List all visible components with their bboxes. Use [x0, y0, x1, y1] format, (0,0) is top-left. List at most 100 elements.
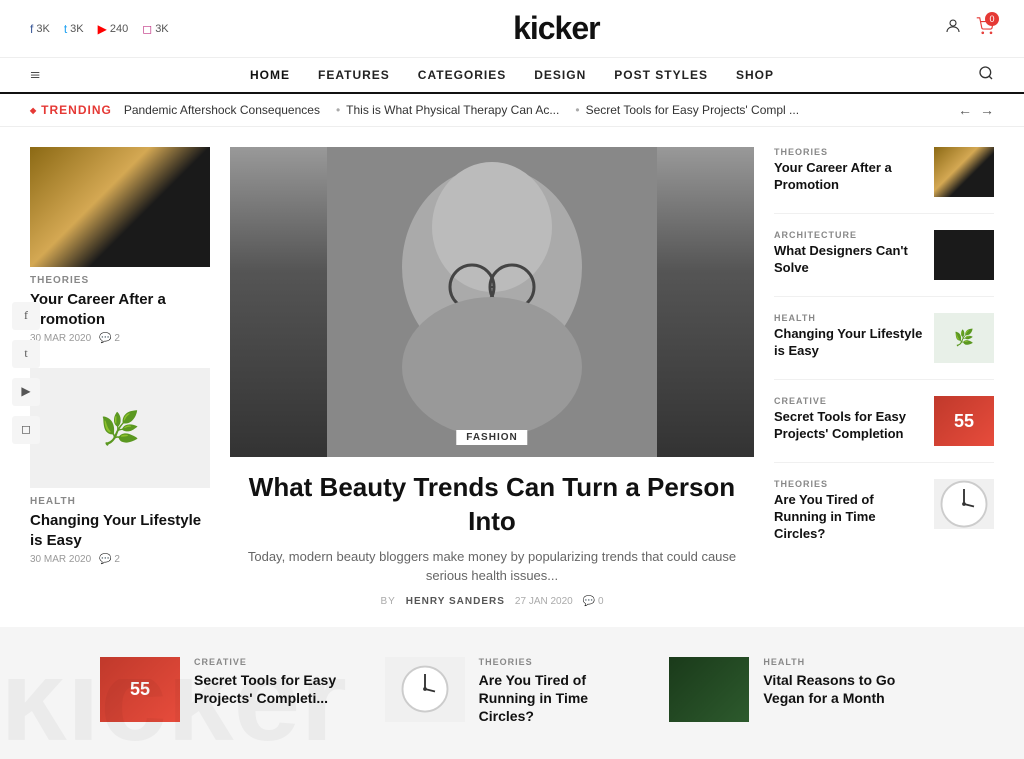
trending-items: Pandemic Aftershock Consequences • This … [124, 103, 946, 117]
right-cat-3: HEALTH [774, 313, 924, 323]
instagram-count-label: 3K [155, 23, 168, 35]
left-article-2: HEALTH Changing Your Lifestyle is Easy 3… [30, 368, 210, 565]
right-cat-1: THEORIES [774, 147, 924, 157]
left-meta-1: 30 MAR 2020 💬 2 [30, 333, 210, 344]
twitter-count[interactable]: t 3K [64, 22, 84, 36]
left-title-2[interactable]: Changing Your Lifestyle is Easy [30, 511, 210, 550]
right-title-5[interactable]: Are You Tired of Running in Time Circles… [774, 492, 924, 543]
user-icon[interactable] [944, 17, 962, 40]
nav-shop[interactable]: SHOP [736, 68, 774, 82]
facebook-count[interactable]: f 3K [30, 22, 50, 36]
trending-text-2: This is What Physical Therapy Can Ac... [346, 103, 559, 117]
main-content: THEORIES Your Career After a Promotion 3… [0, 127, 1024, 627]
bottom-cat-3: HEALTH [763, 657, 924, 667]
sidebar-twitter[interactable]: t [12, 340, 40, 368]
right-info-1: THEORIES Your Career After a Promotion [774, 147, 924, 194]
nav-post-styles[interactable]: POST STYLES [614, 68, 708, 82]
right-cat-2: ARCHITECTURE [774, 230, 924, 240]
left-thumb-1[interactable] [30, 147, 210, 267]
feature-comments: 💬 0 [583, 596, 604, 607]
right-cat-4: CREATIVE [774, 396, 924, 406]
right-article-1: THEORIES Your Career After a Promotion [774, 147, 994, 214]
cart-badge: 0 [985, 12, 999, 26]
twitter-icon: t [64, 22, 67, 36]
left-cat-2: HEALTH [30, 496, 210, 507]
left-date-2: 30 MAR 2020 [30, 554, 91, 565]
right-thumb-3[interactable] [934, 313, 994, 363]
right-title-2[interactable]: What Designers Can't Solve [774, 243, 924, 277]
top-bar: f 3K t 3K ▶ 240 ◻ 3K kicker 0 [0, 0, 1024, 58]
instagram-icon: ◻ [142, 22, 152, 36]
left-thumb-2[interactable] [30, 368, 210, 488]
feature-image[interactable]: FASHION [230, 147, 754, 457]
site-logo[interactable]: kicker [513, 10, 600, 47]
trending-text-3: Secret Tools for Easy Projects' Compl ..… [586, 103, 799, 117]
trending-text-1: Pandemic Aftershock Consequences [124, 103, 320, 117]
nav-design[interactable]: DESIGN [534, 68, 586, 82]
top-right-actions: 0 [944, 17, 994, 40]
watermark: kicker [0, 679, 1024, 759]
nav-home[interactable]: HOME [250, 68, 290, 82]
right-thumb-2[interactable] [934, 230, 994, 280]
nav-features[interactable]: FEATURES [318, 68, 390, 82]
youtube-count-label: 240 [110, 23, 128, 35]
trending-nav: ← → [958, 102, 994, 118]
right-thumb-1[interactable] [934, 147, 994, 197]
center-column: FASHION What Beauty Trends Can Turn a Pe… [230, 147, 754, 607]
right-article-3: HEALTH Changing Your Lifestyle is Easy [774, 313, 994, 380]
search-icon[interactable] [978, 65, 994, 86]
feature-date: 27 JAN 2020 [515, 596, 573, 607]
left-title-1[interactable]: Your Career After a Promotion [30, 290, 210, 329]
feature-excerpt: Today, modern beauty bloggers make money… [230, 547, 754, 586]
hamburger-menu[interactable]: ≡ [30, 65, 40, 86]
bottom-strip: kicker CREATIVE Secret Tools for Easy Pr… [0, 627, 1024, 759]
sidebar-instagram[interactable]: ◻ [12, 416, 40, 444]
cart-icon[interactable]: 0 [976, 17, 994, 40]
instagram-count[interactable]: ◻ 3K [142, 22, 168, 36]
youtube-count[interactable]: ▶ 240 [98, 22, 129, 36]
right-thumb-4[interactable] [934, 396, 994, 446]
youtube-icon: ▶ [98, 22, 107, 36]
feature-title[interactable]: What Beauty Trends Can Turn a Person Int… [230, 471, 754, 539]
trending-prev[interactable]: ← [958, 102, 972, 118]
right-article-2: ARCHITECTURE What Designers Can't Solve [774, 230, 994, 297]
right-info-3: HEALTH Changing Your Lifestyle is Easy [774, 313, 924, 360]
facebook-icon: f [30, 22, 33, 36]
left-article-1: THEORIES Your Career After a Promotion 3… [30, 147, 210, 344]
left-meta-2: 30 MAR 2020 💬 2 [30, 554, 210, 565]
twitter-count-label: 3K [70, 23, 83, 35]
right-title-3[interactable]: Changing Your Lifestyle is Easy [774, 326, 924, 360]
trending-item-2[interactable]: • This is What Physical Therapy Can Ac..… [336, 103, 559, 117]
nav-categories[interactable]: CATEGORIES [418, 68, 506, 82]
social-counts: f 3K t 3K ▶ 240 ◻ 3K [30, 22, 169, 36]
right-title-1[interactable]: Your Career After a Promotion [774, 160, 924, 194]
social-sidebar: f t ▶ ◻ [12, 302, 40, 444]
bottom-cat-1: CREATIVE [194, 657, 355, 667]
facebook-count-label: 3K [36, 23, 49, 35]
right-article-5: THEORIES Are You Tired of Running in Tim… [774, 479, 994, 559]
right-cat-5: THEORIES [774, 479, 924, 489]
left-comments-1: 💬 2 [99, 333, 120, 344]
feature-author: HENRY SANDERS [406, 596, 505, 607]
sidebar-facebook[interactable]: f [12, 302, 40, 330]
nav-bar: ≡ HOME FEATURES CATEGORIES DESIGN POST S… [0, 58, 1024, 94]
right-article-4: CREATIVE Secret Tools for Easy Projects'… [774, 396, 994, 463]
trending-item-3[interactable]: • Secret Tools for Easy Projects' Compl … [575, 103, 799, 117]
right-info-4: CREATIVE Secret Tools for Easy Projects'… [774, 396, 924, 443]
trending-item-1[interactable]: Pandemic Aftershock Consequences [124, 103, 320, 117]
right-info-5: THEORIES Are You Tired of Running in Tim… [774, 479, 924, 543]
right-title-4[interactable]: Secret Tools for Easy Projects' Completi… [774, 409, 924, 443]
sidebar-youtube[interactable]: ▶ [12, 378, 40, 406]
right-thumb-5[interactable] [934, 479, 994, 529]
right-column: THEORIES Your Career After a Promotion A… [774, 147, 994, 607]
feature-meta: BY HENRY SANDERS 27 JAN 2020 💬 0 [230, 596, 754, 607]
left-cat-1: THEORIES [30, 275, 210, 286]
left-column: THEORIES Your Career After a Promotion 3… [30, 147, 210, 607]
right-info-2: ARCHITECTURE What Designers Can't Solve [774, 230, 924, 277]
feature-tag: FASHION [456, 430, 527, 445]
trending-dot-2: • [575, 103, 579, 117]
main-nav: HOME FEATURES CATEGORIES DESIGN POST STY… [250, 68, 774, 82]
feature-by-label: BY [380, 596, 395, 607]
trending-next[interactable]: → [980, 102, 994, 118]
trending-label: TRENDING [30, 103, 112, 117]
